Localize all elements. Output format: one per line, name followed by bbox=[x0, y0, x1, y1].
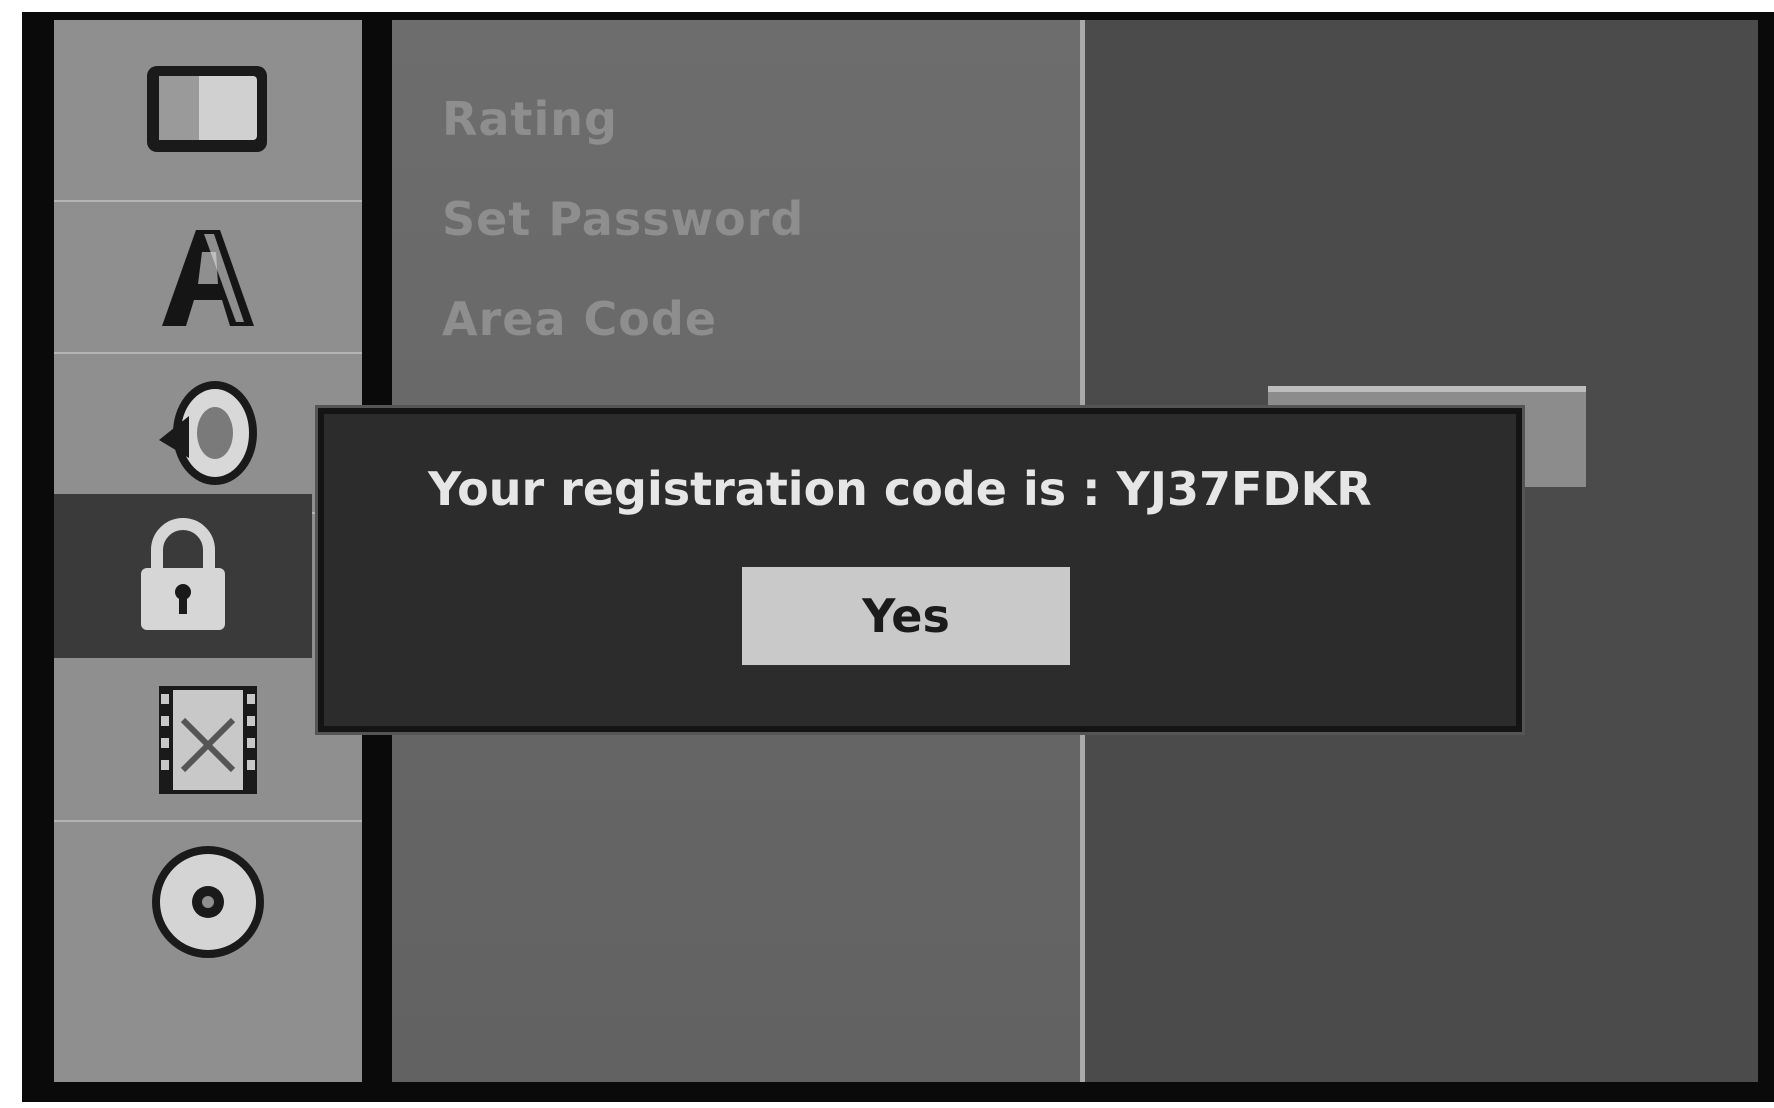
language-icon bbox=[158, 222, 258, 332]
disc-icon bbox=[148, 842, 268, 962]
speaker-icon bbox=[153, 378, 263, 488]
menu-item-area-code[interactable]: Area Code bbox=[442, 292, 717, 346]
registration-code-dialog: Your registration code is : YJ37FDKR Yes bbox=[318, 408, 1522, 732]
yes-button[interactable]: Yes bbox=[742, 567, 1070, 665]
tab-disc[interactable] bbox=[54, 822, 362, 982]
film-strip-icon bbox=[153, 680, 263, 800]
dialog-message: Your registration code is : YJ37FDKR bbox=[428, 462, 1372, 516]
tv-screen-icon bbox=[143, 60, 273, 160]
tab-lock[interactable] bbox=[54, 494, 312, 658]
setup-icon-bar bbox=[54, 20, 362, 1082]
tab-language[interactable] bbox=[54, 202, 362, 354]
tab-picture[interactable] bbox=[54, 20, 362, 202]
menu-item-rating[interactable]: Rating bbox=[442, 92, 618, 146]
menu-item-set-password[interactable]: Set Password bbox=[442, 192, 804, 246]
lock-icon bbox=[133, 516, 233, 636]
tab-recording[interactable] bbox=[54, 660, 362, 822]
tab-audio[interactable] bbox=[54, 354, 362, 514]
